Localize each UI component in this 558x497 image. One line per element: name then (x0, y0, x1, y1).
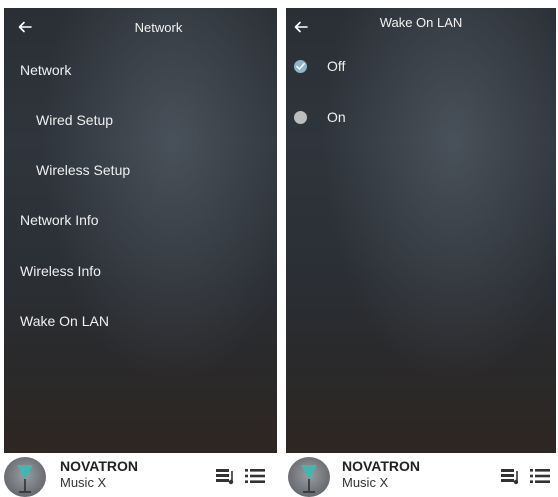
device-name: NOVATRON (342, 458, 421, 474)
option-on-label: On (327, 109, 346, 125)
radio-unchecked[interactable] (294, 111, 307, 124)
page-title: Wake On LAN (379, 15, 463, 30)
menu-item-wireless-setup[interactable]: Wireless Setup (36, 162, 130, 178)
device-name: NOVATRON (60, 458, 139, 474)
checkmark-icon (296, 63, 305, 70)
page-title: Network (134, 20, 183, 35)
wake-on-lan-panel: Wake On LAN Off On (286, 8, 556, 453)
now-playing-bar[interactable]: NOVATRON Music X (282, 453, 558, 497)
wake-on-lan-screen: Wake On LAN Off On NOVATRON Music X (282, 0, 558, 497)
menu-item-wired-setup[interactable]: Wired Setup (36, 112, 113, 128)
menu-item-network[interactable]: Network (20, 62, 71, 78)
radio-checked[interactable] (294, 60, 307, 73)
source-name: Music X (60, 475, 107, 490)
network-panel: Network Network Wired Setup Wireless Set… (4, 8, 277, 453)
network-screen: Network Network Wired Setup Wireless Set… (0, 0, 281, 497)
album-art (288, 457, 330, 497)
list-icon[interactable] (245, 467, 265, 485)
list-icon[interactable] (530, 467, 550, 485)
source-name: Music X (342, 475, 389, 490)
option-off-label: Off (327, 58, 346, 74)
now-playing-bar[interactable]: NOVATRON Music X (0, 453, 281, 497)
network-app-bar: Network (4, 8, 277, 48)
wol-app-bar: Wake On LAN (286, 8, 556, 48)
menu-item-network-info[interactable]: Network Info (20, 212, 99, 228)
album-art (4, 457, 46, 497)
queue-music-icon[interactable] (500, 466, 522, 486)
queue-music-icon[interactable] (215, 466, 237, 486)
menu-item-wake-on-lan[interactable]: Wake On LAN (20, 313, 109, 329)
menu-item-wireless-info[interactable]: Wireless Info (20, 263, 101, 279)
